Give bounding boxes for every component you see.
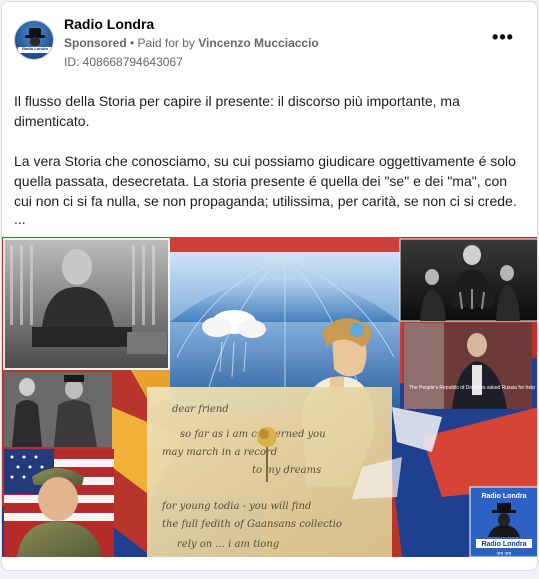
svg-text:to my dreams: to my dreams (252, 465, 321, 476)
svg-text:may march in a record: may march in a record (162, 447, 277, 458)
avatar-banner-text: Radio Londra (22, 46, 48, 51)
svg-text:the full fedith of Gaansans co: the full fedith of Gaansans collectio (162, 519, 342, 530)
svg-text:vm vm: vm vm (497, 551, 512, 557)
page-avatar[interactable]: Radio Londra (14, 20, 54, 60)
payer-name: Vincenzo Mucciaccio (198, 36, 319, 50)
photo-caption: The People's Republic of Donbass asked R… (409, 385, 535, 391)
svg-text:so far as i am concerned you: so far as i am concerned you (180, 429, 326, 440)
sponsored-post-card: Radio Londra Radio Londra Sponsored • Pa… (1, 1, 538, 571)
post-meta: Sponsored • Paid for by Vincenzo Mucciac… (64, 36, 319, 50)
post-image[interactable]: dear friend so far as i am concerned you… (2, 237, 537, 557)
svg-text:dear friend: dear friend (172, 404, 229, 415)
more-options-button[interactable]: ••• (489, 27, 517, 50)
post-paragraph-1: Il flusso della Storia per capire il pre… (14, 93, 460, 129)
paid-for-prefix: • Paid for by (130, 36, 195, 50)
see-more-ellipsis[interactable]: ... (14, 212, 519, 226)
page-name-link[interactable]: Radio Londra (64, 16, 154, 32)
sponsored-label[interactable]: Sponsored (64, 36, 127, 50)
avatar-figure (30, 37, 40, 46)
svg-text:for young todia - you will fin: for young todia - you will find (161, 501, 311, 512)
collage-illustration: dear friend so far as i am concerned you… (2, 237, 537, 557)
ad-id: ID: 408668794643067 (64, 55, 183, 69)
svg-text:Radio Londra: Radio Londra (481, 493, 526, 500)
post-body: Il flusso della Storia per capire il pre… (14, 91, 519, 226)
post-paragraph-2: La vera Storia che conosciamo, su cui po… (14, 153, 517, 209)
svg-text:Radio Londra: Radio Londra (481, 541, 526, 548)
more-horizontal-icon: ••• (492, 27, 514, 47)
post-header: Radio Londra Radio Londra Sponsored • Pa… (14, 14, 525, 74)
svg-text:rely on ... i am tiong: rely on ... i am tiong (177, 539, 279, 550)
